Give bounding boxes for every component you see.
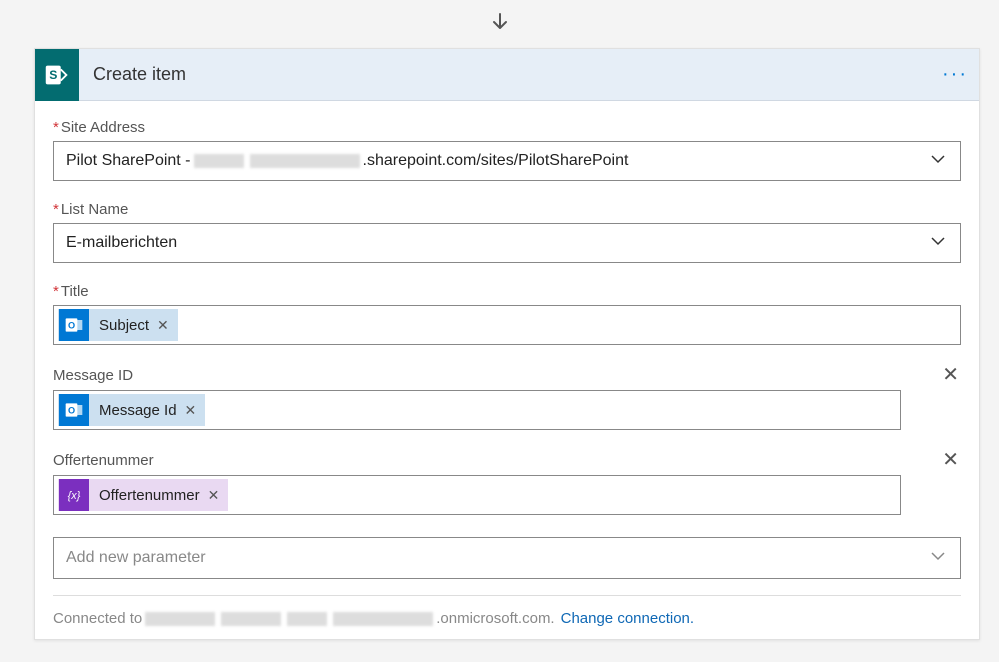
chevron-down-icon	[928, 546, 948, 571]
action-title: Create item	[79, 64, 931, 85]
title-label: *Title	[53, 283, 961, 300]
message-id-token[interactable]: O Message Id ✕	[58, 394, 205, 426]
site-address-label: *Site Address	[53, 119, 961, 136]
offertenummer-label: Offertenummer	[53, 452, 154, 469]
variable-icon: {x}	[59, 479, 89, 511]
svg-text:{x}: {x}	[68, 490, 81, 502]
action-header[interactable]: S Create item ···	[35, 49, 979, 101]
chevron-down-icon	[928, 149, 948, 174]
action-card: S Create item ··· *Site Address Pilot Sh…	[34, 48, 980, 640]
divider	[53, 595, 961, 596]
flow-arrow-down-icon	[488, 10, 512, 42]
action-body: *Site Address Pilot SharePoint - .sharep…	[35, 101, 979, 639]
add-new-parameter-dropdown[interactable]: Add new parameter	[53, 537, 961, 579]
list-name-dropdown[interactable]: E-mailberichten	[53, 223, 961, 263]
svg-text:O: O	[68, 320, 75, 330]
connection-footer: Connected to .onmicrosoft.com. Change co…	[53, 610, 961, 627]
subject-token[interactable]: O Subject ✕	[58, 309, 178, 341]
token-remove[interactable]: ✕	[185, 402, 205, 419]
token-remove[interactable]: ✕	[208, 487, 228, 504]
offertenummer-token[interactable]: {x} Offertenummer ✕	[58, 479, 228, 511]
offertenummer-input[interactable]: {x} Offertenummer ✕	[53, 475, 901, 515]
outlook-icon: O	[59, 309, 89, 341]
svg-text:O: O	[68, 405, 75, 415]
site-address-dropdown[interactable]: Pilot SharePoint - .sharepoint.com/sites…	[53, 141, 961, 181]
token-remove[interactable]: ✕	[157, 317, 177, 334]
list-name-label: *List Name	[53, 201, 961, 218]
outlook-icon: O	[59, 394, 89, 426]
more-menu-button[interactable]: ···	[931, 63, 979, 86]
clear-field-button[interactable]: ✕	[940, 365, 961, 385]
change-connection-link[interactable]: Change connection.	[561, 610, 694, 627]
message-id-input[interactable]: O Message Id ✕	[53, 390, 901, 430]
clear-field-button[interactable]: ✕	[940, 450, 961, 470]
chevron-down-icon	[928, 231, 948, 256]
svg-text:S: S	[49, 67, 57, 81]
title-input[interactable]: O Subject ✕	[53, 305, 961, 345]
sharepoint-icon: S	[35, 49, 79, 101]
message-id-label: Message ID	[53, 367, 133, 384]
